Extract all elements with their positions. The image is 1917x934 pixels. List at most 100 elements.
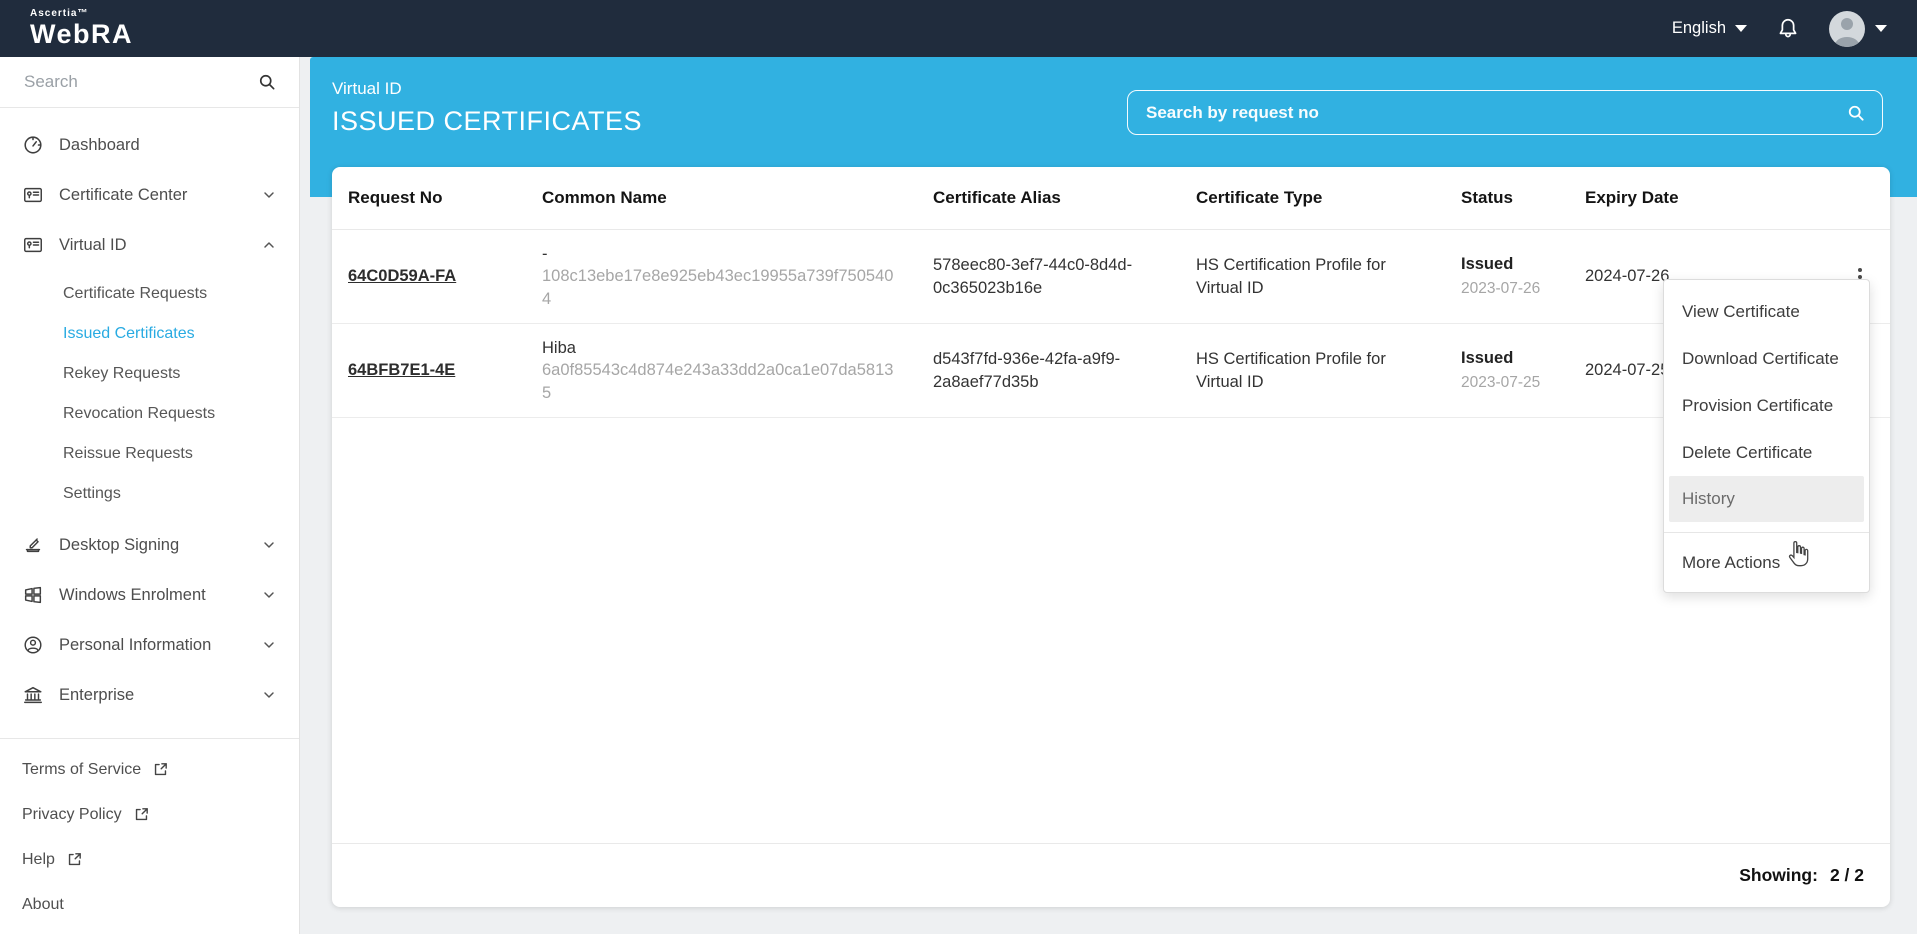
common-name: Hiba bbox=[542, 337, 901, 359]
chevron-down-icon bbox=[261, 637, 277, 653]
table-header: Request No Common Name Certificate Alias… bbox=[332, 167, 1890, 230]
language-selector[interactable]: English bbox=[1672, 19, 1747, 38]
common-name-cell: - 108c13ebe17e8e925eb43ec19955a739f75054… bbox=[526, 231, 917, 322]
external-link-icon bbox=[66, 851, 83, 868]
menu-item-provision-certificate[interactable]: Provision Certificate bbox=[1664, 382, 1869, 429]
chevron-down-icon bbox=[261, 537, 277, 553]
menu-item-download-certificate[interactable]: Download Certificate bbox=[1664, 335, 1869, 382]
column-status: Status bbox=[1445, 188, 1569, 208]
certificate-type-cell: HS Certification Profile for Virtual ID bbox=[1180, 336, 1445, 405]
sidebar-item-revocation-requests[interactable]: Revocation Requests bbox=[0, 394, 299, 434]
bell-icon bbox=[1775, 16, 1801, 42]
sidebar-item-rekey-requests[interactable]: Rekey Requests bbox=[0, 354, 299, 394]
notifications-button[interactable] bbox=[1775, 16, 1801, 42]
bank-building-icon bbox=[22, 684, 44, 706]
sidebar-item-windows-enrolment[interactable]: Windows Enrolment bbox=[0, 570, 299, 620]
sidebar-search-input[interactable] bbox=[22, 71, 257, 93]
sidebar-item-certificate-center[interactable]: Certificate Center bbox=[0, 170, 299, 220]
sidebar-item-settings[interactable]: Settings bbox=[0, 474, 299, 514]
column-request-no: Request No bbox=[332, 188, 526, 208]
issued-certificates-card: Request No Common Name Certificate Alias… bbox=[332, 167, 1890, 907]
link-terms-of-service[interactable]: Terms of Service bbox=[0, 747, 299, 792]
sidebar-item-certificate-requests[interactable]: Certificate Requests bbox=[0, 274, 299, 314]
column-certificate-alias: Certificate Alias bbox=[917, 188, 1180, 208]
link-privacy-policy[interactable]: Privacy Policy bbox=[0, 792, 299, 837]
external-link-icon bbox=[133, 806, 150, 823]
sidebar-item-label: Certificate Center bbox=[59, 186, 187, 205]
app-logo: Ascertia™ WebRA bbox=[30, 9, 133, 48]
sidebar: Dashboard Certificate Center Virtual ID bbox=[0, 57, 300, 934]
table-footer: Showing: 2 / 2 bbox=[332, 843, 1890, 907]
desktop-signing-icon bbox=[22, 534, 44, 556]
link-label: Terms of Service bbox=[22, 761, 141, 779]
sidebar-item-enterprise[interactable]: Enterprise bbox=[0, 670, 299, 720]
sidebar-item-label: Desktop Signing bbox=[59, 536, 179, 555]
virtual-id-icon bbox=[22, 234, 44, 256]
sidebar-item-reissue-requests[interactable]: Reissue Requests bbox=[0, 434, 299, 474]
common-name-id: 108c13ebe17e8e925eb43ec19955a739f7505404 bbox=[542, 265, 901, 310]
sidebar-search bbox=[0, 57, 299, 108]
common-name-id: 6a0f85543c4d874e243a33dd2a0ca1e07da58135 bbox=[542, 359, 901, 404]
column-certificate-type: Certificate Type bbox=[1180, 188, 1445, 208]
sidebar-item-personal-information[interactable]: Personal Information bbox=[0, 620, 299, 670]
person-circle-icon bbox=[22, 634, 44, 656]
showing-value: 2 / 2 bbox=[1830, 865, 1864, 886]
menu-item-history[interactable]: History bbox=[1669, 476, 1864, 522]
status-cell: Issued 2023-07-25 bbox=[1445, 335, 1569, 405]
status-date: 2023-07-26 bbox=[1461, 279, 1553, 300]
sidebar-item-label: Dashboard bbox=[59, 136, 140, 155]
search-icon[interactable] bbox=[1846, 103, 1866, 123]
request-no-link[interactable]: 64C0D59A-FA bbox=[348, 267, 456, 285]
table-row: 64BFB7E1-4E Hiba 6a0f85543c4d874e243a33d… bbox=[332, 324, 1890, 418]
user-menu[interactable] bbox=[1829, 11, 1887, 47]
column-common-name: Common Name bbox=[526, 188, 917, 208]
top-navbar: Ascertia™ WebRA English bbox=[0, 0, 1917, 57]
certificate-alias-cell: d543f7fd-936e-42fa-a9f9-2a8aef77d35b bbox=[917, 336, 1180, 405]
certificate-alias-cell: 578eec80-3ef7-44c0-8d4d-0c365023b16e bbox=[917, 242, 1180, 311]
menu-item-delete-certificate[interactable]: Delete Certificate bbox=[1664, 429, 1869, 476]
request-search-input[interactable] bbox=[1144, 102, 1846, 124]
link-label: About bbox=[22, 896, 64, 914]
chevron-up-icon bbox=[261, 237, 277, 253]
common-name-cell: Hiba 6a0f85543c4d874e243a33dd2a0ca1e07da… bbox=[526, 325, 917, 416]
link-help[interactable]: Help bbox=[0, 837, 299, 882]
sidebar-item-desktop-signing[interactable]: Desktop Signing bbox=[0, 520, 299, 570]
sidebar-item-label: Personal Information bbox=[59, 636, 211, 655]
sidebar-item-virtual-id[interactable]: Virtual ID bbox=[0, 220, 299, 270]
sidebar-item-label: Enterprise bbox=[59, 686, 134, 705]
link-about[interactable]: About bbox=[0, 882, 299, 927]
status-badge: Issued bbox=[1461, 347, 1553, 369]
menu-item-more-actions[interactable]: More Actions bbox=[1664, 533, 1869, 592]
link-label: Help bbox=[22, 851, 55, 869]
sidebar-item-label: Windows Enrolment bbox=[59, 586, 206, 605]
request-search bbox=[1127, 90, 1883, 135]
showing-label: Showing: bbox=[1739, 865, 1818, 886]
chevron-down-icon bbox=[1875, 25, 1887, 32]
brand-small-text: Ascertia™ bbox=[30, 9, 133, 19]
row-actions-menu: View Certificate Download Certificate Pr… bbox=[1663, 279, 1870, 593]
search-icon bbox=[257, 72, 277, 92]
windows-icon bbox=[22, 584, 44, 606]
chevron-down-icon bbox=[261, 587, 277, 603]
chevron-down-icon bbox=[261, 187, 277, 203]
sidebar-item-label: Virtual ID bbox=[59, 236, 127, 255]
sidebar-divider bbox=[0, 738, 299, 739]
sidebar-item-dashboard[interactable]: Dashboard bbox=[0, 120, 299, 170]
chevron-down-icon bbox=[1735, 25, 1747, 32]
status-badge: Issued bbox=[1461, 253, 1553, 275]
status-date: 2023-07-25 bbox=[1461, 373, 1553, 394]
external-link-icon bbox=[152, 761, 169, 778]
virtual-id-submenu: Certificate Requests Issued Certificates… bbox=[0, 270, 299, 520]
chevron-down-icon bbox=[261, 687, 277, 703]
link-label: Privacy Policy bbox=[22, 806, 122, 824]
certificate-type-cell: HS Certification Profile for Virtual ID bbox=[1180, 242, 1445, 311]
request-no-link[interactable]: 64BFB7E1-4E bbox=[348, 361, 455, 379]
page-title: ISSUED CERTIFICATES bbox=[332, 106, 642, 137]
breadcrumb: Virtual ID bbox=[332, 79, 642, 99]
menu-item-view-certificate[interactable]: View Certificate bbox=[1664, 288, 1869, 335]
sidebar-item-issued-certificates[interactable]: Issued Certificates bbox=[0, 314, 299, 354]
status-cell: Issued 2023-07-26 bbox=[1445, 241, 1569, 311]
language-label: English bbox=[1672, 19, 1726, 38]
column-expiry-date: Expiry Date bbox=[1569, 188, 1830, 208]
brand-name: WebRA bbox=[30, 21, 133, 48]
